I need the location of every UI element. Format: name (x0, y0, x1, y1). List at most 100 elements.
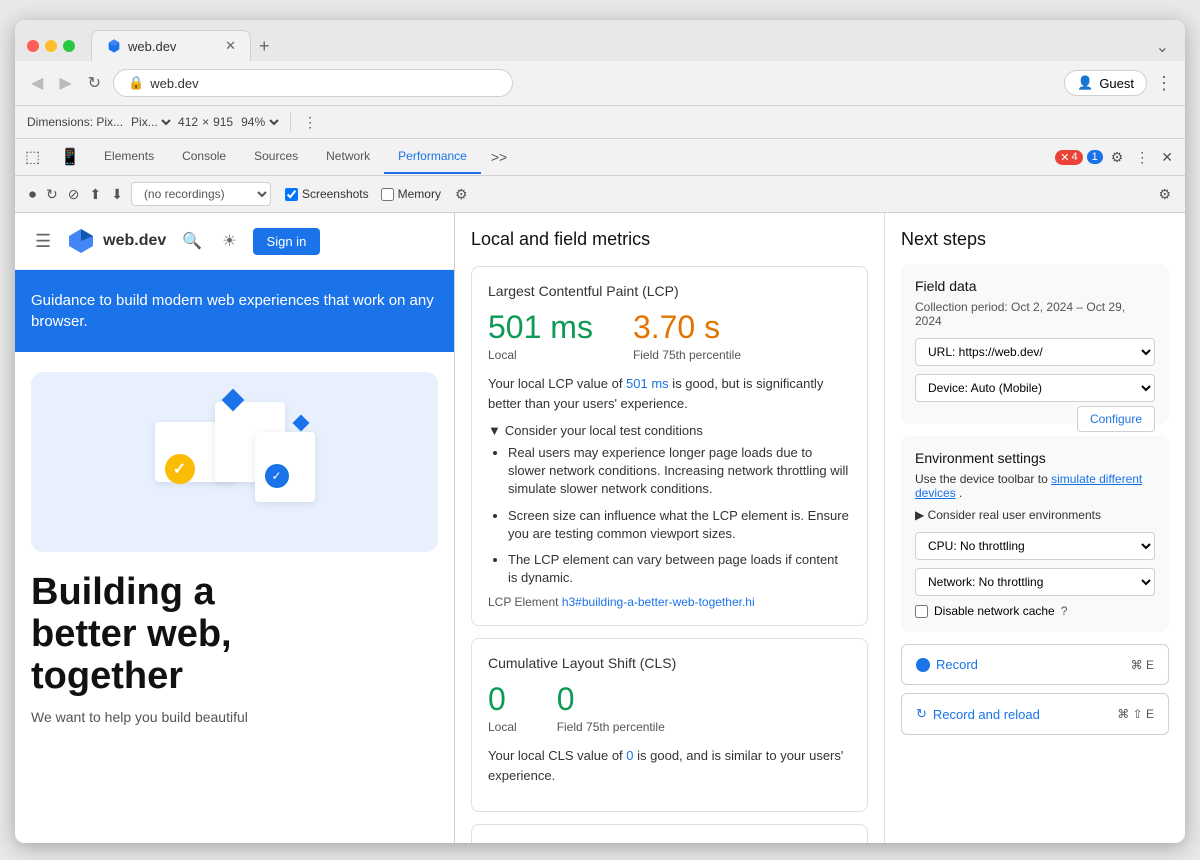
lcp-element-link[interactable]: h3#building-a-better-web-together.hi (562, 595, 755, 609)
help-icon: ? (1061, 604, 1068, 618)
devtools-close-button[interactable]: ✕ (1157, 147, 1177, 168)
record-button[interactable]: Record ⌘ E (901, 644, 1169, 685)
inspect-element-button[interactable]: ⬚ (15, 139, 50, 175)
memory-checkbox-label[interactable]: Memory (381, 187, 441, 201)
disable-cache-field: Disable network cache ? (915, 604, 1155, 618)
site-search-icon[interactable]: 🔍 (178, 229, 206, 253)
tab-favicon (106, 38, 122, 54)
maximize-button[interactable] (63, 40, 75, 52)
cls-local-block: 0 Local (488, 681, 517, 734)
perf-checkboxes: Screenshots Memory ⚙ (285, 184, 470, 205)
dimensions-height: 915 (213, 115, 233, 129)
minimize-button[interactable] (45, 40, 57, 52)
zoom-select[interactable]: 94% (237, 114, 282, 130)
download-button[interactable]: ⬇ (109, 184, 125, 205)
upload-button[interactable]: ⬆ (87, 184, 103, 205)
lcp-local-value: 501 ms (488, 309, 593, 346)
address-text: web.dev (150, 76, 198, 91)
consider-arrow: ▼ (488, 423, 501, 438)
lcp-highlight: 501 ms (626, 376, 669, 391)
disable-cache-label: Disable network cache (934, 604, 1055, 618)
env-settings-card: Environment settings Use the device tool… (901, 436, 1169, 632)
lcp-local-block: 501 ms Local (488, 309, 593, 362)
clear-button[interactable]: ⊘ (66, 184, 82, 205)
env-settings-title: Environment settings (915, 450, 1155, 466)
disable-cache-checkbox[interactable] (915, 605, 928, 618)
consider-list: Real users may experience longer page lo… (488, 444, 851, 587)
tab-network[interactable]: Network (312, 140, 384, 174)
cls-card: Cumulative Layout Shift (CLS) 0 Local 0 … (471, 638, 868, 812)
screenshots-checkbox-label[interactable]: Screenshots (285, 187, 369, 201)
field-data-card: Field data Collection period: Oct 2, 202… (901, 264, 1169, 424)
devtools-content-panel: Local and field metrics Largest Contentf… (455, 213, 1185, 843)
address-bar[interactable]: 🔒 web.dev (113, 69, 513, 97)
reload-button[interactable]: ↻ (84, 71, 105, 95)
reload-record-button[interactable]: ↻ (44, 184, 60, 205)
record-btn-left: Record (916, 657, 978, 672)
inp-card: Interaction to Next Paint (INP) (471, 824, 868, 843)
more-tabs-button[interactable]: >> (481, 140, 517, 174)
main-content-area: ☰ web.dev 🔍 ☀ Sign in (15, 213, 1185, 843)
lcp-local-label: Local (488, 348, 593, 362)
site-main-heading: Building a better web, together (15, 572, 454, 697)
illustration-shapes: ✓ ✓ (135, 382, 335, 542)
url-select[interactable]: URL: https://web.dev/ (915, 338, 1155, 366)
cls-description: Your local CLS value of 0 is good, and i… (488, 746, 851, 785)
nav-right: 👤 Guest ⋮ (1064, 70, 1173, 96)
device-field: Device: Auto (Mobile) (915, 374, 1155, 402)
site-illustration: ✓ ✓ (31, 372, 438, 552)
site-theme-icon[interactable]: ☀ (218, 229, 240, 253)
device-select[interactable]: Device: Auto (Mobile) (915, 374, 1155, 402)
memory-checkbox[interactable] (381, 188, 394, 201)
dimensions-label: Dimensions: Pix... (27, 115, 123, 129)
consider-item-2: Screen size can influence what the LCP e… (508, 507, 851, 543)
back-button[interactable]: ◀ (27, 71, 47, 95)
lcp-description: Your local LCP value of 501 ms is good, … (488, 374, 851, 413)
consider-title[interactable]: ▼ Consider your local test conditions (488, 423, 851, 438)
site-header: ☰ web.dev 🔍 ☀ Sign in (15, 213, 454, 270)
site-menu-icon[interactable]: ☰ (31, 229, 55, 254)
devtools-more-button[interactable]: ⋮ (1131, 147, 1153, 168)
cpu-field: CPU: No throttling (915, 532, 1155, 560)
tab-bar: web.dev ✕ + ⌄ (91, 30, 1173, 61)
dimensions-select[interactable]: Pix... (127, 114, 174, 130)
tab-console[interactable]: Console (168, 140, 240, 174)
capture-settings-button[interactable]: ⚙ (1156, 184, 1173, 205)
guest-button[interactable]: 👤 Guest (1064, 70, 1147, 96)
record-reload-button[interactable]: ↻ Record and reload ⌘ ⇧ E (901, 693, 1169, 735)
screenshots-checkbox[interactable] (285, 188, 298, 201)
tab-title: web.dev (128, 39, 176, 54)
lcp-field-value: 3.70 s (633, 309, 741, 346)
navigation-bar: ◀ ▶ ↻ 🔒 web.dev 👤 Guest ⋮ (15, 61, 1185, 106)
consider-env-toggle[interactable]: ▶ Consider real user environments (915, 508, 1155, 522)
record-shortcut: ⌘ E (1131, 658, 1154, 672)
configure-button[interactable]: Configure (1077, 406, 1155, 432)
forward-button[interactable]: ▶ (55, 71, 75, 95)
close-button[interactable] (27, 40, 39, 52)
new-tab-button[interactable]: + (251, 32, 278, 61)
sign-in-button[interactable]: Sign in (253, 228, 321, 255)
illus-check-1: ✓ (165, 454, 195, 484)
cls-highlight: 0 (626, 748, 633, 763)
tab-close-icon[interactable]: ✕ (225, 38, 236, 54)
inp-title: Interaction to Next Paint (INP) (488, 841, 851, 843)
consider-item-3: The LCP element can vary between page lo… (508, 551, 851, 587)
menu-button[interactable]: ⋮ (1155, 73, 1173, 94)
cpu-select[interactable]: CPU: No throttling (915, 532, 1155, 560)
nextsteps-panel: Next steps Field data Collection period:… (885, 213, 1185, 843)
network-select[interactable]: Network: No throttling (915, 568, 1155, 596)
devtools-settings-button[interactable]: ⚙ (1107, 147, 1128, 168)
tab-sources[interactable]: Sources (240, 140, 312, 174)
cls-title: Cumulative Layout Shift (CLS) (488, 655, 851, 671)
recordings-select[interactable]: (no recordings) (131, 182, 271, 206)
device-toolbar-button[interactable]: 📱 (50, 139, 90, 175)
tab-expand-icon[interactable]: ⌄ (1152, 33, 1173, 61)
more-options-button[interactable]: ⋮ (299, 112, 321, 133)
illus-diamond-2 (292, 415, 309, 432)
perf-settings-icon[interactable]: ⚙ (453, 184, 470, 205)
tab-performance[interactable]: Performance (384, 140, 481, 174)
active-tab[interactable]: web.dev ✕ (91, 30, 251, 61)
tab-elements[interactable]: Elements (90, 140, 168, 174)
lcp-values: 501 ms Local 3.70 s Field 75th percentil… (488, 309, 851, 362)
record-circle-button[interactable]: ⏺ (27, 184, 38, 205)
